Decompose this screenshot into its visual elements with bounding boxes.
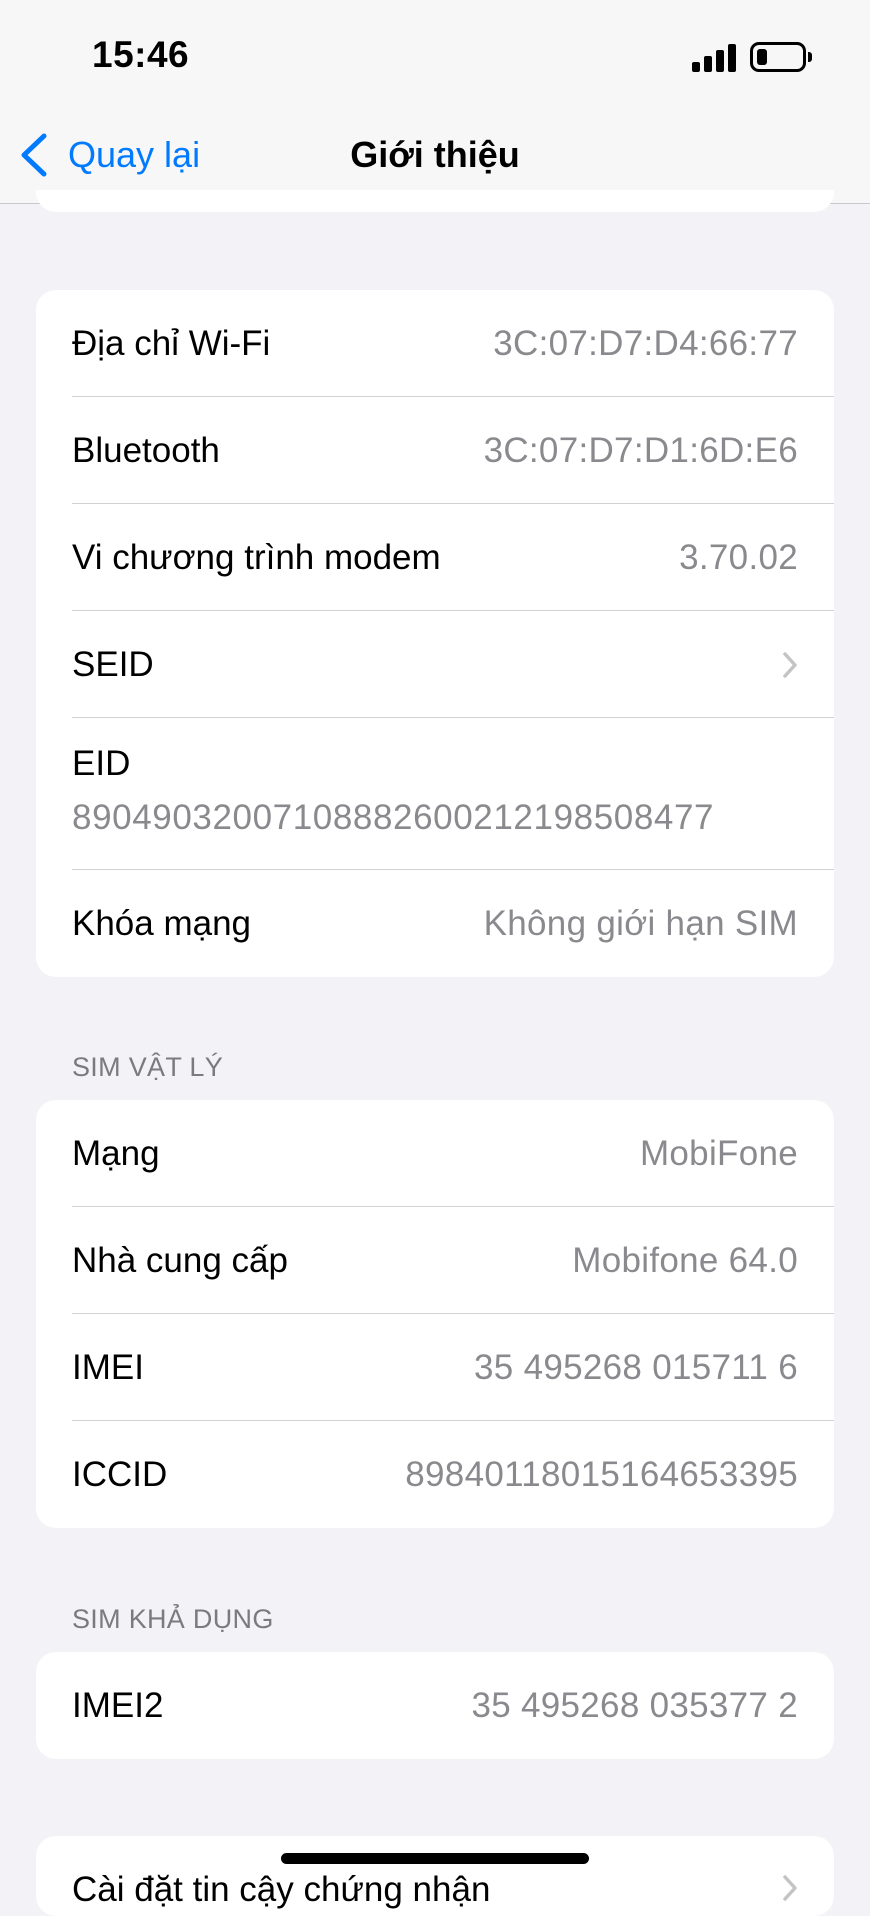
wifi-address-value: 3C:07:D7:D4:66:77 — [493, 323, 798, 363]
bluetooth-address-value: 3C:07:D7:D1:6D:E6 — [483, 430, 798, 470]
certificate-trust-settings-label: Cài đặt tin cậy chứng nhận — [72, 1870, 491, 1909]
wifi-address-row[interactable]: Địa chỉ Wi-Fi 3C:07:D7:D4:66:77 — [36, 290, 834, 397]
battery-icon — [750, 42, 806, 72]
available-sim-header: SIM KHẢ DỤNG — [72, 1604, 274, 1634]
home-indicator[interactable] — [281, 1853, 589, 1864]
carrier-value: Mobifone 64.0 — [572, 1240, 798, 1280]
modem-firmware-row[interactable]: Vi chương trình modem 3.70.02 — [36, 504, 834, 611]
eid-row[interactable]: EID 89049032007108882600212198508477 — [36, 718, 834, 870]
imei2-value: 35 495268 035377 2 — [471, 1685, 798, 1725]
physical-sim-header: SIM VẬT LÝ — [72, 1052, 224, 1082]
imei-row[interactable]: IMEI 35 495268 015711 6 — [36, 1314, 834, 1421]
iccid-value: 89840118015164653395 — [405, 1454, 798, 1494]
carrier-row[interactable]: Nhà cung cấp Mobifone 64.0 — [36, 1207, 834, 1314]
carrier-lock-row[interactable]: Khóa mạng Không giới hạn SIM — [36, 870, 834, 977]
iccid-row[interactable]: ICCID 89840118015164653395 — [36, 1421, 834, 1528]
row-label: EID — [72, 744, 131, 783]
chevron-right-icon — [783, 1875, 797, 1901]
row-label: Khóa mạng — [72, 903, 252, 943]
row-label: IMEI2 — [72, 1685, 164, 1725]
row-label: Nhà cung cấp — [72, 1240, 288, 1280]
cellular-signal-icon — [692, 44, 736, 72]
row-label: Địa chỉ Wi-Fi — [72, 323, 271, 363]
carrier-lock-value: Không giới hạn SIM — [483, 903, 798, 943]
network-value: MobiFone — [639, 1133, 798, 1173]
physical-sim-group: Mạng MobiFone Nhà cung cấp Mobifone 64.0… — [36, 1100, 834, 1528]
row-label: ICCID — [72, 1454, 168, 1494]
page-title: Giới thiệu — [350, 134, 520, 175]
battery-tip — [808, 52, 812, 62]
modem-firmware-value: 3.70.02 — [679, 537, 798, 577]
network-row[interactable]: Mạng MobiFone — [36, 1100, 834, 1207]
available-sim-group: IMEI2 35 495268 035377 2 — [36, 1652, 834, 1759]
network-info-group: Địa chỉ Wi-Fi 3C:07:D7:D4:66:77 Bluetoot… — [36, 290, 834, 977]
row-label: Vi chương trình modem — [72, 537, 441, 577]
row-label: SEID — [72, 644, 154, 684]
status-time: 15:46 — [92, 34, 190, 75]
eid-value: 89049032007108882600212198508477 — [72, 798, 715, 837]
next-settings-group[interactable]: Cài đặt tin cậy chứng nhận — [36, 1836, 834, 1916]
previous-group-edge — [36, 190, 834, 212]
seid-row[interactable]: SEID — [36, 611, 834, 718]
row-label: IMEI — [72, 1347, 144, 1387]
status-bar: 15:46 — [0, 0, 870, 110]
bluetooth-row[interactable]: Bluetooth 3C:07:D7:D1:6D:E6 — [36, 397, 834, 504]
row-label: Mạng — [72, 1133, 160, 1173]
imei2-row[interactable]: IMEI2 35 495268 035377 2 — [36, 1652, 834, 1759]
chevron-right-icon — [783, 651, 797, 678]
imei-value: 35 495268 015711 6 — [474, 1347, 798, 1387]
row-label: Bluetooth — [72, 430, 220, 470]
